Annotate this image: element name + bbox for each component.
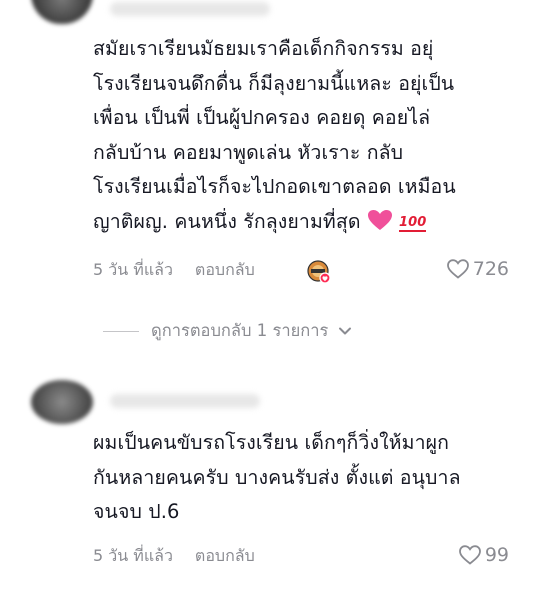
comment-time: 5 วัน ที่แล้ว — [93, 259, 173, 279]
like-count: 726 — [472, 258, 509, 280]
reply-button[interactable]: ตอบกลับ — [195, 544, 255, 569]
heart-outline-icon — [446, 259, 469, 279]
commenter-avatar[interactable] — [31, 380, 93, 424]
commenter-name-blurred[interactable] — [110, 394, 260, 408]
comment-text: สมัยเราเรียนมัธยมเราคือเด็กกิจกรรม อยุ่ … — [93, 32, 525, 242]
divider-line — [103, 330, 139, 332]
hundred-points-emoji-icon: 100 — [398, 214, 427, 232]
view-replies-button[interactable]: ดูการตอบกลับ 1 รายการ — [103, 318, 352, 344]
comment-meta: 5 วัน ที่แล้ว ตอบกลับ — [93, 544, 255, 568]
pink-heart-emoji-icon — [367, 208, 393, 243]
commenter-name-blurred[interactable] — [110, 2, 270, 16]
like-button[interactable]: 99 — [458, 544, 509, 566]
creator-liked-avatar-icon — [307, 260, 331, 284]
reply-button[interactable]: ตอบกลับ — [195, 258, 255, 283]
comment-meta: 5 วัน ที่แล้ว ตอบกลับ — [93, 258, 255, 282]
like-count: 99 — [484, 544, 509, 566]
comment-text: ผมเป็นคนขับรถโรงเรียน เด็กๆก็วิ่งให้มาผู… — [93, 431, 461, 523]
commenter-avatar[interactable] — [31, 0, 93, 24]
view-replies-label: ดูการตอบกลับ 1 รายการ — [151, 321, 329, 340]
comment-time: 5 วัน ที่แล้ว — [93, 545, 173, 565]
chevron-down-icon — [339, 327, 352, 335]
heart-outline-icon — [458, 545, 481, 565]
like-button[interactable]: 726 — [446, 258, 509, 280]
comment-item: ผมเป็นคนขับรถโรงเรียน เด็กๆก็วิ่งให้มาผู… — [0, 370, 547, 600]
comment-item: สมัยเราเรียนมัธยมเราคือเด็กกิจกรรม อยุ่ … — [0, 0, 547, 300]
